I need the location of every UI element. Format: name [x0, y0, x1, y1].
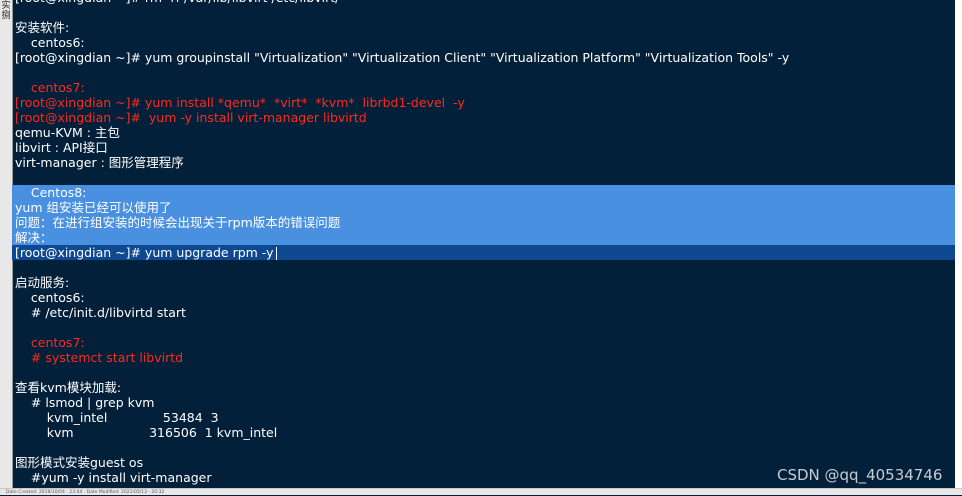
line-text: [root@xingdian ~]# yum groupinstall "Vir… [15, 50, 790, 65]
text-cursor [275, 247, 277, 260]
line-text: [root@xingdian ~]# yum upgrade rpm -y [15, 245, 274, 260]
line-text: 解决： [15, 230, 53, 245]
date-created: Date Created: 2019/10/04 - 23:44 [6, 490, 83, 495]
editor-line[interactable]: 查看kvm模块加载: [12, 380, 955, 395]
editor-line[interactable]: [root@xingdian ~]# yum -y install virt-m… [12, 110, 955, 125]
line-text: yum 组安装已经可以使用了 [15, 200, 172, 215]
editor-line[interactable] [12, 440, 955, 455]
editor-line[interactable] [12, 5, 955, 20]
editor-line[interactable]: centos6: [12, 290, 955, 305]
editor-line[interactable]: virt-manager : 图形管理程序 [12, 155, 955, 170]
status-bar: Date Created: 2019/10/04 - 23:44 · Date … [0, 488, 962, 495]
line-text: [root@xingdian ~]# yum -y install virt-m… [15, 110, 367, 125]
editor-line[interactable] [12, 170, 955, 185]
text-editor-area[interactable]: [root@xingdian ~]# rm -rf /var/lib/libvi… [12, 0, 955, 488]
editor-line[interactable]: kvm 316506 1 kvm_intel [12, 425, 955, 440]
sidebar-glyph: 捌 [1, 11, 11, 21]
editor-line[interactable]: [root@xingdian ~]# yum install *qemu* *v… [12, 95, 955, 110]
editor-line[interactable]: # systemct start libvirtd [12, 350, 955, 365]
line-text: qemu-KVM : 主包 [15, 125, 120, 140]
editor-line[interactable]: 问题：在进行组安装的时候会出现关于rpm版本的错误问题 [12, 215, 955, 230]
line-text: centos6: [15, 35, 85, 50]
line-text: # systemct start libvirtd [15, 350, 184, 365]
editor-line[interactable]: libvirt : API接口 [12, 140, 955, 155]
editor-line[interactable]: Centos8: [12, 185, 955, 200]
line-text: 启动服务: [15, 275, 70, 290]
editor-line[interactable]: [root@xingdian ~]# yum upgrade rpm -y [12, 245, 955, 260]
editor-line[interactable] [12, 365, 955, 380]
editor-line[interactable] [12, 260, 955, 275]
line-text: #yum -y install virt-manager [15, 470, 212, 485]
line-text: 问题：在进行组安装的时候会出现关于rpm版本的错误问题 [15, 215, 341, 230]
line-text: kvm 316506 1 kvm_intel [15, 425, 278, 440]
editor-line[interactable]: qemu-KVM : 主包 [12, 125, 955, 140]
line-text: kvm_intel 53484 3 [15, 410, 219, 425]
line-text: 安装软件: [15, 20, 70, 35]
line-text: centos6: [15, 290, 85, 305]
editor-line[interactable]: kvm_intel 53484 3 [12, 410, 955, 425]
line-text: Centos8: [15, 185, 87, 200]
editor-line[interactable]: # lsmod | grep kvm [12, 395, 955, 410]
editor-line[interactable]: centos6: [12, 35, 955, 50]
line-text: 图形模式安装guest os [15, 455, 144, 470]
sidebar-glyph: 实 [1, 1, 11, 11]
editor-line[interactable]: centos7: [12, 80, 955, 95]
line-text: virt-manager : 图形管理程序 [15, 155, 184, 170]
right-gutter [955, 0, 962, 488]
editor-line[interactable]: 解决： [12, 230, 955, 245]
editor-line[interactable]: [root@xingdian ~]# yum groupinstall "Vir… [12, 50, 955, 65]
line-text: centos7: [15, 335, 85, 350]
editor-line[interactable] [12, 65, 955, 80]
line-text: [root@xingdian ~]# yum install *qemu* *v… [15, 95, 465, 110]
line-text: 查看kvm模块加载: [15, 380, 122, 395]
editor-line[interactable]: centos7: [12, 335, 955, 350]
editor-line[interactable]: # /etc/init.d/libvirtd start [12, 305, 955, 320]
editor-line[interactable]: 安装软件: [12, 20, 955, 35]
line-text: # lsmod | grep kvm [15, 395, 155, 410]
watermark: CSDN @qq_40534746 [777, 466, 943, 484]
editor-line[interactable]: 启动服务: [12, 275, 955, 290]
line-text: # /etc/init.d/libvirtd start [15, 305, 186, 320]
line-text: libvirt : API接口 [15, 140, 108, 155]
editor-line[interactable]: yum 组安装已经可以使用了 [12, 200, 955, 215]
date-modified: Date Modified: 2021/05/13 - 20:32 [86, 490, 165, 495]
line-text: centos7: [15, 80, 85, 95]
editor-line[interactable] [12, 320, 955, 335]
